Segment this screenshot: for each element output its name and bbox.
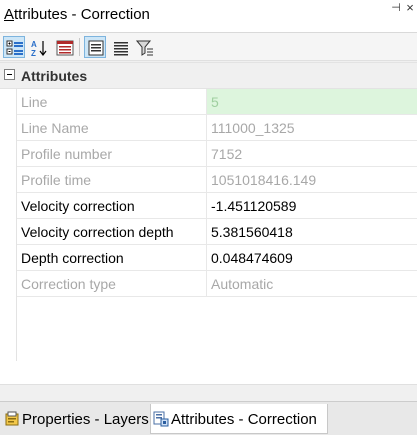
- property-pages-icon: [56, 40, 74, 56]
- property-name: Profile time: [21, 172, 92, 188]
- property-value[interactable]: 1051018416.149: [206, 167, 417, 192]
- attributes-panel: Attributes - Correction ⊣ × A Z Attribut…: [0, 0, 417, 435]
- property-name: Velocity correction: [21, 198, 135, 214]
- filter-button[interactable]: [133, 36, 155, 58]
- title-text: ttributes - Correction: [14, 6, 150, 23]
- property-row-depth-correction[interactable]: Depth correction 0.048474609: [17, 245, 417, 271]
- properties-icon: [5, 411, 19, 426]
- property-row-velocity-correction-depth[interactable]: Velocity correction depth 5.381560418: [17, 219, 417, 245]
- property-value[interactable]: 5: [206, 89, 417, 114]
- svg-text:A: A: [31, 40, 37, 49]
- collapse-icon[interactable]: [4, 69, 15, 80]
- property-name: Profile number: [21, 146, 113, 162]
- description-area: [0, 384, 417, 401]
- attributes-icon: [153, 411, 169, 427]
- categorized-button[interactable]: [3, 36, 25, 58]
- property-name: Correction type: [21, 276, 116, 292]
- property-grid: Attributes Line 5 Line Name 111000_1325 …: [0, 62, 417, 384]
- property-value[interactable]: 5.381560418: [206, 219, 417, 244]
- show-description-icon: [88, 40, 104, 56]
- category-label: Attributes: [21, 68, 88, 84]
- property-row-line-name[interactable]: Line Name 111000_1325: [17, 115, 417, 141]
- show-all-icon: [114, 42, 128, 56]
- panel-title-bar: Attributes - Correction ⊣ ×: [0, 0, 417, 33]
- property-row-line[interactable]: Line 5: [17, 89, 417, 115]
- alphabetical-sort-icon: A Z: [31, 40, 47, 57]
- property-pages-button[interactable]: [53, 36, 75, 58]
- title-accelerator: A: [4, 6, 15, 23]
- property-grid-toolbar: A Z: [0, 33, 417, 61]
- property-row-profile-number[interactable]: Profile number 7152: [17, 141, 417, 167]
- svg-text:Z: Z: [31, 49, 36, 57]
- close-icon[interactable]: ×: [402, 1, 417, 15]
- property-name: Depth correction: [21, 250, 124, 266]
- panel-tab-strip: Properties - Layers Attributes - Correct…: [0, 401, 417, 435]
- show-all-button[interactable]: [109, 36, 131, 58]
- property-name: Line: [21, 94, 48, 110]
- tab-attributes-correction[interactable]: Attributes - Correction: [150, 404, 328, 434]
- property-value[interactable]: 111000_1325: [206, 115, 417, 140]
- toolbar-separator: [79, 38, 80, 56]
- property-name: Velocity correction depth: [21, 224, 174, 240]
- show-description-button[interactable]: [84, 36, 106, 58]
- alphabetical-button[interactable]: A Z: [27, 36, 49, 58]
- panel-title: Attributes - Correction: [4, 6, 150, 23]
- tab-properties-layers[interactable]: Properties - Layers: [0, 404, 150, 434]
- category-row-attributes[interactable]: Attributes: [0, 63, 417, 89]
- property-value[interactable]: -1.451120589: [206, 193, 417, 218]
- categorized-icon: [6, 40, 23, 55]
- property-value[interactable]: 0.048474609: [206, 245, 417, 270]
- property-value[interactable]: Automatic: [206, 271, 417, 296]
- property-row-profile-time[interactable]: Profile time 1051018416.149: [17, 167, 417, 193]
- property-row-correction-type[interactable]: Correction type Automatic: [17, 271, 417, 297]
- filter-icon: [136, 40, 153, 56]
- tab-label: Attributes - Correction: [171, 411, 317, 428]
- property-row-velocity-correction[interactable]: Velocity correction -1.451120589: [17, 193, 417, 219]
- property-value[interactable]: 7152: [206, 141, 417, 166]
- tab-label: Properties - Layers: [22, 411, 149, 428]
- property-name: Line Name: [21, 120, 89, 136]
